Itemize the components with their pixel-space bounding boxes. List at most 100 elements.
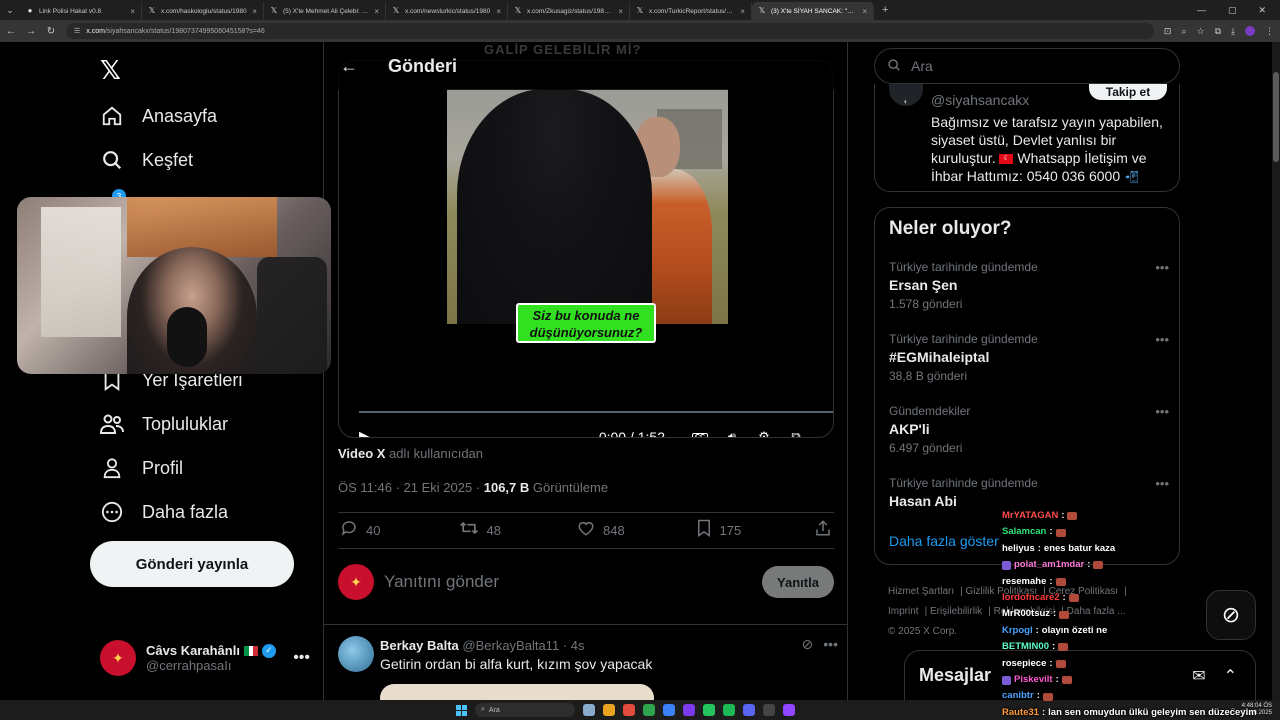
follow-button[interactable]: Takip et: [1089, 84, 1167, 100]
trend-item[interactable]: Türkiye tarihinde gündemde Ersan Şen 1.5…: [889, 260, 1169, 311]
taskbar-app-icon[interactable]: [663, 704, 675, 716]
zoom-icon[interactable]: ⌕: [1181, 26, 1186, 37]
screenshot-icon[interactable]: ⊡: [1164, 26, 1172, 37]
spotify-icon[interactable]: [723, 704, 735, 716]
pip-icon[interactable]: ⧉: [785, 426, 807, 437]
more-dots-icon[interactable]: •••: [823, 636, 838, 653]
browser-tab-active[interactable]: 𝕏 (3) X'te SİYAH SANCAK: "🔵 Bi ×: [752, 2, 874, 20]
site-info-icon[interactable]: ☰: [74, 27, 80, 35]
share-button[interactable]: [814, 519, 832, 542]
discord-icon[interactable]: [743, 704, 755, 716]
like-button[interactable]: 848: [577, 519, 696, 542]
trend-item[interactable]: Türkiye tarihinde gündemde #EGMihaleipta…: [889, 332, 1169, 383]
post-button[interactable]: Gönderi yayınla: [90, 541, 294, 587]
avatar[interactable]: ◐: [889, 84, 923, 106]
forward-arrow-icon[interactable]: →: [26, 26, 36, 37]
nav-explore[interactable]: Keşfet: [100, 148, 193, 172]
minimize-icon[interactable]: —: [1197, 5, 1206, 16]
tab-title: x.com/newsturkic/status/1980: [405, 7, 491, 15]
video-source-link[interactable]: Video X: [338, 446, 385, 461]
taskbar-app-icon[interactable]: [683, 704, 695, 716]
avatar[interactable]: [338, 636, 374, 672]
settings-gear-icon[interactable]: ⚙: [753, 426, 775, 437]
reply-button[interactable]: 40: [340, 519, 459, 542]
download-icon[interactable]: ⤓: [1231, 26, 1235, 37]
profile-avatar-icon[interactable]: [1245, 26, 1255, 36]
nav-home[interactable]: Anasayfa: [100, 104, 217, 128]
nav-communities[interactable]: Topluluklar: [100, 412, 228, 436]
footer-link[interactable]: Imprint: [888, 606, 919, 617]
twitch-icon[interactable]: [783, 704, 795, 716]
close-tab-icon[interactable]: ×: [618, 7, 623, 16]
close-tab-icon[interactable]: ×: [496, 7, 501, 16]
browser-tab[interactable]: 𝕏 (5) X'te Mehmet Ali Çelebi: "Ça ×: [264, 2, 386, 20]
more-dots-icon[interactable]: •••: [1155, 260, 1169, 275]
back-arrow-icon[interactable]: ←: [6, 26, 16, 37]
trend-item[interactable]: Türkiye tarihinde gündemde Hasan Abi •••: [889, 476, 1169, 509]
play-icon[interactable]: ▶: [359, 427, 371, 437]
browser-tab[interactable]: ● Link Polisi Hakat v0.8 ×: [20, 2, 142, 20]
close-tab-icon[interactable]: ×: [862, 7, 867, 16]
taskbar-app-icon[interactable]: [643, 704, 655, 716]
page-title: Gönderi: [388, 55, 458, 76]
captions-icon[interactable]: CC: [689, 426, 711, 437]
close-tab-icon[interactable]: ×: [252, 7, 257, 16]
bookmark-star-icon[interactable]: ☆: [1197, 26, 1205, 37]
more-dots-icon[interactable]: •••: [1155, 476, 1169, 491]
trends-title: Neler oluyor?: [889, 218, 1012, 239]
scrollbar-thumb[interactable]: [1273, 72, 1279, 162]
post-timestamp[interactable]: ÖS 11:46 · 21 Eki 2025 ·: [338, 480, 484, 495]
video-player[interactable]: ▶ 0:00 / 1:52 CC 🔊︎ ⚙ ⧉ ⤢: [338, 60, 834, 438]
more-dots-icon[interactable]: •••: [1155, 404, 1169, 419]
more-dots-icon[interactable]: •••: [1155, 332, 1169, 347]
video-progress-bar[interactable]: [359, 411, 833, 413]
more-dots-icon[interactable]: •••: [293, 649, 310, 667]
folder-icon[interactable]: [603, 704, 615, 716]
close-tab-icon[interactable]: ×: [374, 7, 379, 16]
chat-emote-icon: [1059, 610, 1070, 619]
extensions-icon[interactable]: ⧉: [1215, 26, 1221, 37]
x-logo-icon[interactable]: 𝕏: [100, 56, 121, 86]
close-tab-icon[interactable]: ×: [130, 7, 135, 16]
volume-icon[interactable]: 🔊︎: [721, 426, 743, 437]
obs-icon[interactable]: [763, 704, 775, 716]
new-tab-icon[interactable]: +: [882, 4, 888, 16]
page-scrollbar[interactable]: [1272, 42, 1280, 700]
search-input[interactable]: Ara: [874, 48, 1180, 84]
reply-author-name[interactable]: Berkay Balta: [380, 638, 459, 653]
nav-profile[interactable]: Profil: [100, 456, 183, 480]
reply-input[interactable]: Yanıtını gönder: [384, 572, 752, 592]
nav-more[interactable]: Daha fazla: [100, 500, 228, 524]
video-frame[interactable]: [447, 89, 728, 324]
reload-icon[interactable]: ↻: [46, 26, 56, 37]
grok-icon[interactable]: ⊘: [802, 636, 814, 653]
browser-tab[interactable]: 𝕏x.com/Zkusagiz/status/198073 ×: [508, 2, 630, 20]
maximize-icon[interactable]: ▢: [1228, 5, 1237, 16]
chrome-icon[interactable]: [623, 704, 635, 716]
browser-tab[interactable]: 𝕏x.com/TurkicReport/status/198 ×: [630, 2, 752, 20]
windows-start-icon[interactable]: [456, 704, 467, 716]
menu-dots-icon[interactable]: ⋮: [1265, 26, 1274, 37]
trend-item[interactable]: Gündemdekiler AKP'li 6.497 gönderi •••: [889, 404, 1169, 455]
tab-search-icon[interactable]: ⌄: [0, 0, 20, 20]
back-arrow-icon[interactable]: ←: [340, 56, 358, 77]
taskbar-search[interactable]: ⌕ Ara: [475, 703, 575, 717]
browser-tab[interactable]: 𝕏x.com/haskologlu/status/1980 ×: [142, 2, 264, 20]
footer-link[interactable]: Erişilebilirlik: [930, 606, 982, 617]
reply-media[interactable]: [380, 684, 654, 700]
repost-button[interactable]: 48: [459, 519, 578, 542]
chat-emote-icon: [1055, 577, 1066, 586]
show-more-link[interactable]: Daha fazla göster: [889, 533, 999, 549]
reply-submit-button[interactable]: Yanıtla: [762, 566, 834, 598]
account-switcher[interactable]: ✦ Câvs Karahânlı ✓ @cerrahpasaIı •••: [100, 638, 310, 678]
profile-handle[interactable]: @siyahsancakx: [931, 92, 1029, 108]
browser-tab[interactable]: 𝕏x.com/newsturkic/status/1980 ×: [386, 2, 508, 20]
bookmark-button[interactable]: 175: [696, 519, 815, 542]
taskbar-app-icon[interactable]: [583, 704, 595, 716]
close-window-icon[interactable]: ✕: [1258, 5, 1266, 16]
footer-link[interactable]: Hizmet Şartları: [888, 586, 954, 597]
address-bar[interactable]: ☰ x.com/siyahsancakx/status/198073749950…: [66, 23, 1154, 39]
close-tab-icon[interactable]: ×: [740, 7, 745, 16]
fullscreen-icon[interactable]: ⤢: [817, 426, 833, 437]
taskbar-app-icon[interactable]: [703, 704, 715, 716]
